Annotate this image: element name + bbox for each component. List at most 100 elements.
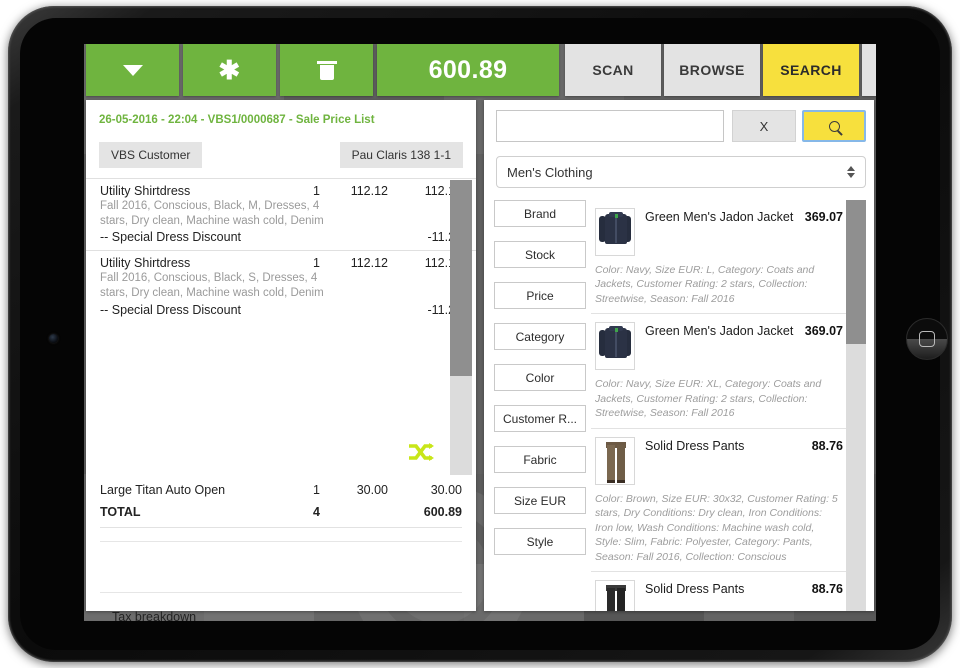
asterisk-icon: ✱ — [218, 55, 241, 85]
search-submit-button[interactable] — [802, 110, 866, 142]
line-description: Fall 2016, Conscious, Black, M, Dresses,… — [100, 200, 324, 227]
total-blank — [320, 505, 388, 519]
facet-size-eur[interactable]: Size EUR — [494, 487, 586, 514]
receipt-total-row: TOTAL 4 600.89 — [86, 505, 476, 519]
line-unit-price: 112.12 — [350, 256, 388, 271]
receipt-scrollbar-thumb[interactable] — [450, 180, 472, 376]
receipt-line-item[interactable]: Large Titan Auto Open 1 30.00 30.00 — [86, 483, 476, 497]
tab-search[interactable]: SEARCH — [763, 44, 859, 96]
line-discount-label: -- Special Dress Discount — [100, 230, 242, 245]
front-camera-icon — [49, 334, 58, 343]
facet-label: Brand — [523, 206, 557, 221]
tab-browse-label: BROWSE — [679, 62, 745, 78]
divider — [100, 527, 462, 528]
search-input[interactable] — [496, 110, 724, 142]
order-dropdown-button[interactable] — [86, 44, 179, 96]
line-unit-price: 112.12 — [350, 184, 388, 198]
top-toolbar: ✱ 600.89 SCAN BROWSE SEARCH EDIT — [84, 44, 876, 96]
magnifier-icon — [828, 120, 840, 132]
chevron-updown-icon — [847, 166, 855, 178]
tab-browse[interactable]: BROWSE — [664, 44, 760, 96]
catalog-panel: X Men's Clothing Brand Stock Price Categ… — [484, 100, 874, 611]
total-qty: 4 — [313, 505, 320, 519]
tab-search-label: SEARCH — [780, 62, 842, 78]
line-product-name: Utility Shirtdress — [100, 184, 191, 198]
product-attributes: Color: Navy, Size EUR: L, Category: Coat… — [595, 264, 815, 305]
tab-edit[interactable]: EDIT — [862, 44, 876, 96]
product-price: 369.07 — [804, 324, 843, 339]
order-total-amount: 600.89 — [428, 55, 508, 84]
tab-scan-label: SCAN — [592, 62, 634, 78]
product-list-item[interactable]: Solid Dress Pants 88.76 Color: Brown, Si… — [591, 429, 851, 573]
facet-customer-rating[interactable]: Customer R... — [494, 405, 586, 432]
shuffle-icon[interactable] — [408, 443, 434, 461]
product-thumbnail-brown-pants — [595, 436, 635, 485]
facet-label: Customer R... — [502, 411, 577, 426]
product-name: Solid Dress Pants — [645, 582, 745, 597]
catalog-scrollbar-thumb[interactable] — [846, 200, 866, 344]
product-list-item[interactable]: Green Men's Jadon Jacket 369.07 Color: N… — [591, 314, 851, 429]
line-qty: 1 — [313, 256, 320, 271]
tab-scan[interactable]: SCAN — [565, 44, 661, 96]
facet-stock[interactable]: Stock — [494, 241, 586, 268]
facet-price[interactable]: Price — [494, 282, 586, 309]
clear-search-button[interactable]: X — [732, 110, 796, 142]
line-qty: 1 — [313, 483, 320, 497]
facet-label: Stock — [524, 247, 555, 262]
product-name: Solid Dress Pants — [645, 438, 745, 453]
line-product-name: Large Titan Auto Open — [100, 483, 226, 497]
product-thumbnail-black-pants — [595, 580, 635, 611]
category-select[interactable]: Men's Clothing — [496, 156, 866, 188]
tablet-screen: ✱ 600.89 SCAN BROWSE SEARCH EDIT 26-05-2… — [84, 44, 876, 621]
facet-category[interactable]: Category — [494, 323, 586, 350]
divider — [100, 541, 462, 542]
product-name: Green Men's Jadon Jacket — [645, 210, 794, 224]
line-product-name: Utility Shirtdress — [100, 256, 191, 271]
facet-label: Size EUR — [513, 493, 566, 508]
category-select-value: Men's Clothing — [507, 164, 593, 180]
order-total-button[interactable]: 600.89 — [377, 44, 559, 96]
facet-label: Price — [526, 288, 554, 303]
facet-color[interactable]: Color — [494, 364, 586, 391]
clear-search-label: X — [759, 118, 769, 134]
product-thumbnail-navy-jacket — [595, 208, 635, 256]
line-discount-label: -- Special Dress Discount — [100, 302, 242, 317]
receipt-scrollbar[interactable] — [450, 180, 472, 475]
delete-order-button[interactable] — [280, 44, 373, 96]
line-description: Fall 2016, Conscious, Black, S, Dresses,… — [100, 272, 324, 300]
line-unit-price: 30.00 — [356, 483, 388, 497]
facet-label: Style — [526, 534, 554, 549]
product-price: 369.07 — [804, 210, 843, 224]
catalog-scrollbar[interactable] — [846, 200, 866, 611]
line-subtotal: 30.00 — [430, 483, 462, 497]
product-thumbnail-navy-jacket — [595, 322, 635, 371]
facet-fabric[interactable]: Fabric — [494, 446, 586, 473]
facet-label: Category — [515, 329, 565, 344]
receipt-line-item[interactable]: Utility Shirtdress 1 112.12 112.12 Fall … — [86, 179, 476, 244]
tax-breakdown-label: Tax breakdown — [112, 610, 197, 621]
divider — [100, 592, 462, 593]
caret-down-icon — [122, 64, 143, 76]
receipt-line-item[interactable]: Utility Shirtdress 1 112.12 112.12 Fall … — [86, 251, 476, 316]
receipt-panel: 26-05-2016 - 22:04 - VBS1/0000687 - Sale… — [86, 100, 476, 621]
product-price: 88.76 — [811, 582, 843, 597]
total-label: TOTAL — [100, 505, 141, 519]
line-qty: 1 — [313, 184, 320, 198]
home-button[interactable] — [906, 318, 948, 360]
receipt-title: 26-05-2016 - 22:04 - VBS1/0000687 - Sale… — [99, 114, 375, 126]
total-amount: 600.89 — [423, 505, 462, 519]
home-button-glyph — [919, 331, 935, 347]
product-list-item[interactable]: Green Men's Jadon Jacket 369.07 Color: N… — [591, 200, 851, 315]
facet-style[interactable]: Style — [494, 528, 586, 555]
facet-label: Color — [525, 370, 555, 385]
location-chip[interactable]: Pau Claris 138 1-1 — [339, 142, 463, 168]
product-price: 88.76 — [811, 438, 843, 453]
receipt-line-list: Utility Shirtdress 1 112.12 112.12 Fall … — [86, 178, 476, 467]
discount-star-button[interactable]: ✱ — [183, 44, 276, 96]
product-list-item[interactable]: Solid Dress Pants 88.76 Color: Black, Si… — [591, 572, 851, 611]
customer-chip[interactable]: VBS Customer — [99, 142, 203, 168]
facet-brand[interactable]: Brand — [494, 200, 586, 227]
product-result-list: Green Men's Jadon Jacket 369.07 Color: N… — [591, 200, 851, 611]
search-row: X — [484, 110, 874, 142]
product-name: Green Men's Jadon Jacket — [645, 324, 794, 339]
